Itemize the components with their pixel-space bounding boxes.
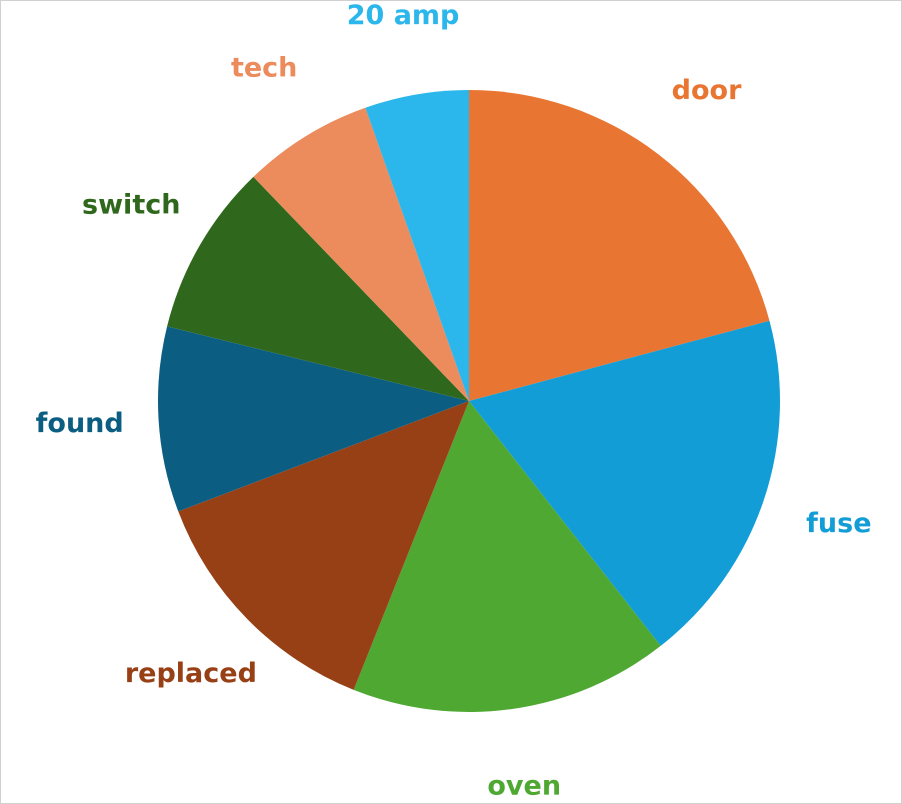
- slice-label-door: door: [672, 75, 742, 106]
- pie-chart: door fuse oven replaced found switch tech 20 am…: [36, 1, 872, 802]
- slice-label-switch: switch: [82, 190, 180, 221]
- slice-label-replaced: replaced: [125, 658, 257, 689]
- slice-label-tech: tech: [231, 53, 297, 84]
- slice-label-20-amp: 20 amp: [347, 1, 460, 31]
- slice-label-found: found: [36, 408, 124, 439]
- slice-label-fuse: fuse: [806, 508, 871, 539]
- slice-label-oven: oven: [487, 771, 561, 802]
- chart-frame: door fuse oven replaced found switch tech 20 am…: [0, 0, 902, 804]
- pie-slices: [158, 90, 781, 712]
